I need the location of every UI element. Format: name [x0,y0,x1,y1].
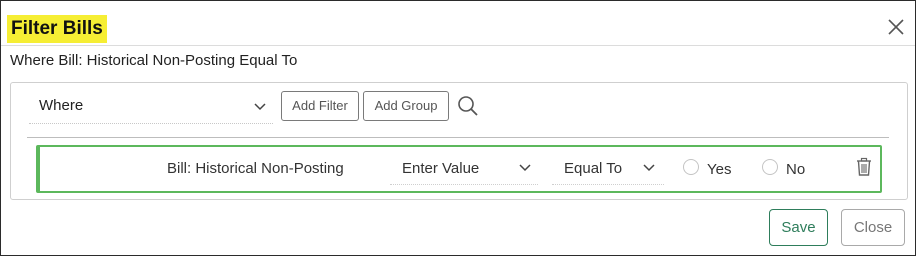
yes-radio-label: Yes [707,161,732,178]
close-icon[interactable] [885,16,907,38]
add-group-button[interactable]: Add Group [363,91,449,121]
no-radio-label: No [786,161,806,178]
operator-select[interactable]: Equal To [552,152,664,185]
close-button[interactable]: Close [841,209,905,246]
filter-summary: Where Bill: Historical Non-Posting Equal… [10,52,298,69]
dialog-header: Filter Bills [1,1,915,46]
filter-panel: Where Add Filter Add Group Bill: Histori… [10,82,908,200]
no-radio[interactable] [762,159,778,175]
filter-bills-dialog: Filter Bills Where Bill: Historical Non-… [0,0,916,256]
chevron-down-icon [643,164,655,172]
value-select-placeholder: Enter Value [402,160,480,177]
dialog-title: Filter Bills [7,15,107,43]
add-filter-button[interactable]: Add Filter [281,91,359,121]
search-icon[interactable] [457,95,479,117]
value-select[interactable]: Enter Value [390,152,538,185]
trash-icon[interactable] [855,157,873,177]
where-select[interactable]: Where [29,89,273,124]
save-button[interactable]: Save [769,209,828,246]
chevron-down-icon [254,103,266,111]
operator-select-value: Equal To [564,160,623,177]
divider [27,137,889,138]
filter-row: Bill: Historical Non-Posting Enter Value… [36,145,882,193]
yes-radio[interactable] [683,159,699,175]
chevron-down-icon [519,164,531,172]
filter-field-label: Bill: Historical Non-Posting [167,160,344,177]
where-select-value: Where [39,97,84,114]
